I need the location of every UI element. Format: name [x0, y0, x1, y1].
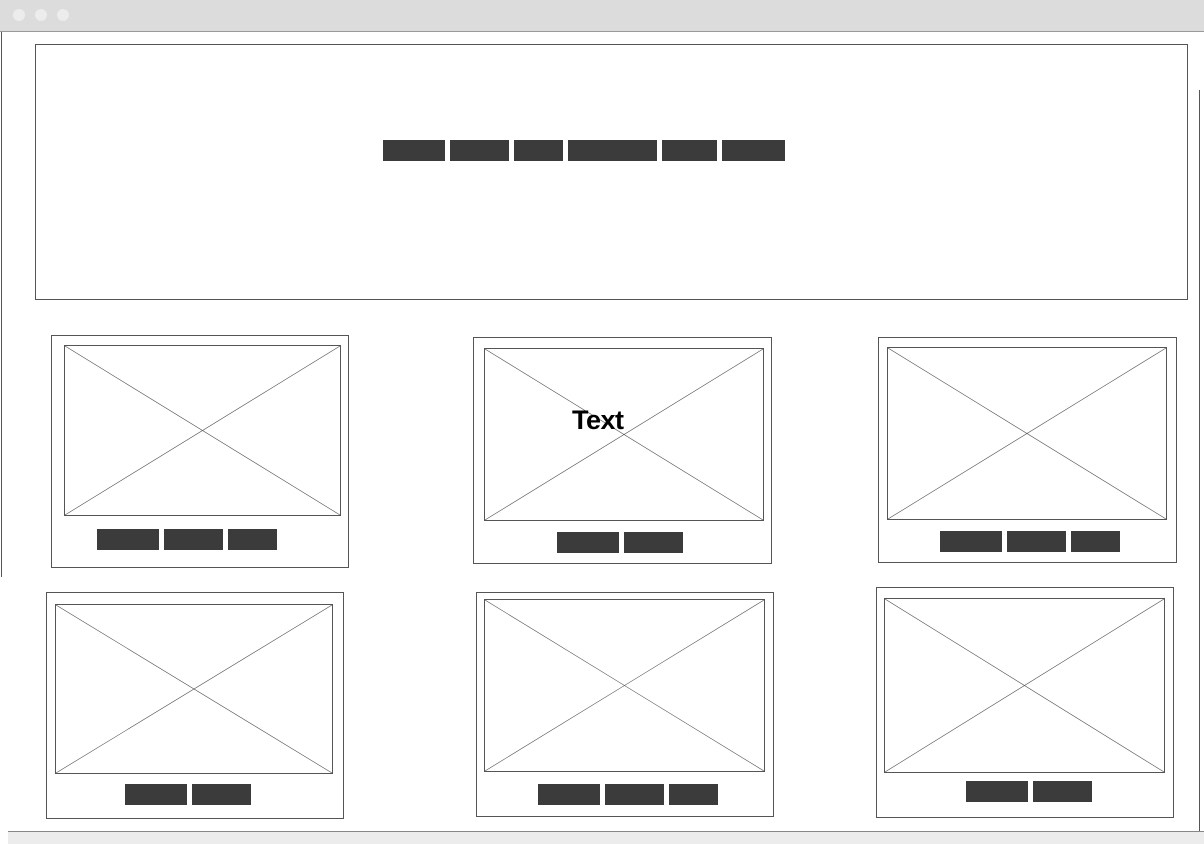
nav-item[interactable] [568, 140, 657, 161]
minimize-icon[interactable] [35, 9, 47, 21]
maximize-icon[interactable] [57, 9, 69, 21]
card-button[interactable] [940, 531, 1002, 552]
card-button[interactable] [624, 532, 683, 553]
card-button[interactable] [164, 529, 223, 550]
image-placeholder-icon [484, 348, 764, 521]
card-button[interactable] [557, 532, 619, 553]
header-banner [35, 44, 1188, 300]
card-button[interactable] [125, 784, 187, 805]
close-icon[interactable] [13, 9, 25, 21]
card-button[interactable] [538, 784, 600, 805]
card-button[interactable] [669, 784, 718, 805]
card-text-label: Text [572, 405, 624, 435]
nav-item[interactable] [662, 140, 717, 161]
card-button[interactable] [605, 784, 664, 805]
bottom-scroll-strip [8, 831, 1204, 844]
card-button[interactable] [228, 529, 277, 550]
nav-item[interactable] [383, 140, 445, 161]
card-button[interactable] [1071, 531, 1120, 552]
nav-item[interactable] [722, 140, 785, 161]
nav-item[interactable] [450, 140, 509, 161]
nav-item[interactable] [514, 140, 563, 161]
image-placeholder-icon [64, 345, 341, 516]
card-button[interactable] [192, 784, 251, 805]
page-left-edge [1, 32, 2, 577]
page-scrollbar-edge [1199, 90, 1200, 831]
image-placeholder-icon [884, 598, 1165, 773]
card-button[interactable] [1007, 531, 1066, 552]
image-placeholder-icon [484, 599, 765, 772]
window-titlebar [0, 0, 1204, 32]
card-button[interactable] [97, 529, 159, 550]
card-button[interactable] [966, 781, 1028, 802]
image-placeholder-icon [55, 604, 333, 774]
image-placeholder-icon [887, 347, 1167, 520]
card-button[interactable] [1033, 781, 1092, 802]
